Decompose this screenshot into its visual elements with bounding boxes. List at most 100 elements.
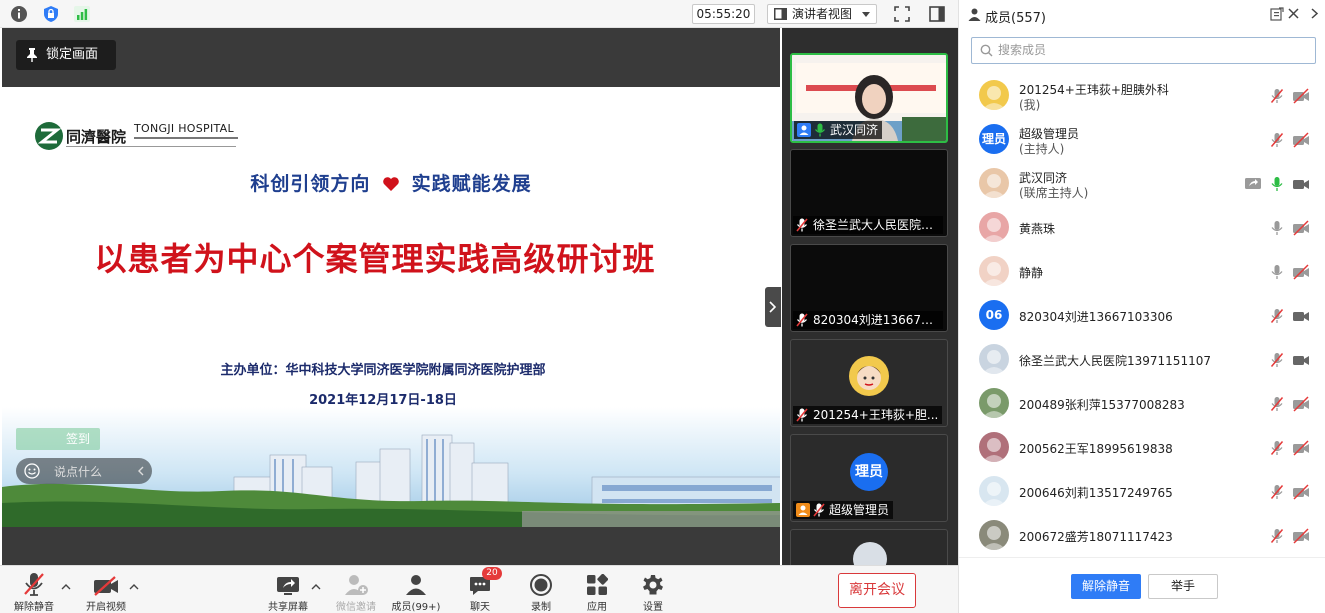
settings-label: 设置 — [643, 602, 663, 613]
security-shield-icon[interactable] — [42, 5, 60, 23]
member-avatar: 理员 — [979, 124, 1009, 154]
collapse-panel-icon[interactable] — [1307, 7, 1320, 20]
mic-muted-icon[interactable] — [1269, 308, 1285, 324]
mic-muted-icon[interactable] — [1269, 352, 1285, 368]
member-avatar — [979, 432, 1009, 462]
camera-off-icon[interactable] — [1292, 484, 1310, 500]
video-tile[interactable]: 武汉同济 — [790, 53, 948, 143]
mic-muted-icon[interactable] — [1269, 88, 1285, 104]
video-tile[interactable] — [790, 529, 948, 565]
share-screen-button[interactable]: 共享屏幕 — [260, 570, 316, 613]
video-tile[interactable]: 201254+王玮荻+胆... — [790, 339, 948, 427]
camera-off-icon[interactable] — [1292, 88, 1310, 104]
collapse-gallery-handle[interactable] — [765, 287, 781, 327]
fullscreen-icon[interactable] — [893, 5, 911, 23]
mic-muted-icon[interactable] — [1269, 396, 1285, 412]
hospital-logo: 同濟醫院 TONGJI HOSPITAL — [34, 120, 244, 152]
lock-screen-button[interactable]: 锁定画面 — [16, 40, 116, 70]
camera-off-icon[interactable] — [1292, 528, 1310, 544]
member-avatar — [979, 168, 1009, 198]
chat-label: 聊天 — [470, 602, 490, 613]
member-row[interactable]: 201254+王玮荻+胆胰外科 (我) — [959, 73, 1319, 117]
view-mode-dropdown[interactable]: 演讲者视图 — [767, 4, 877, 24]
member-row[interactable]: 静静 — [959, 249, 1319, 293]
chat-comment-input[interactable]: 说点什么 — [16, 458, 152, 484]
mic-muted-icon[interactable] — [1269, 528, 1285, 544]
host-icon — [796, 503, 810, 517]
unmute-label: 解除静音 — [14, 602, 54, 613]
video-tile[interactable]: 820304刘进1366710... — [790, 244, 948, 332]
emoji-icon[interactable] — [24, 463, 40, 479]
chevron-left-icon[interactable] — [138, 466, 144, 476]
video-tile[interactable]: 徐圣兰武大人民医院1... — [790, 149, 948, 237]
mic-muted-icon — [796, 408, 808, 422]
checkin-badge[interactable]: 签到 — [16, 428, 100, 450]
chevron-up-icon[interactable] — [129, 582, 139, 592]
member-name: 200646刘莉13517249765 — [1019, 486, 1173, 500]
mic-muted-icon[interactable] — [1269, 132, 1285, 148]
camera-icon[interactable] — [1292, 308, 1310, 324]
mic-icon[interactable] — [1269, 264, 1285, 280]
camera-icon[interactable] — [1292, 352, 1310, 368]
heart-icon — [383, 177, 399, 191]
chevron-up-icon[interactable] — [61, 582, 71, 592]
member-row[interactable]: 200489张利萍15377008283 — [959, 381, 1319, 425]
member-role: (联席主持人) — [1019, 186, 1089, 200]
leave-meeting-button[interactable]: 离开会议 — [838, 573, 916, 608]
members-button[interactable]: 成员(99+) — [388, 570, 444, 613]
pin-icon — [27, 48, 37, 62]
raise-hand-button[interactable]: 举手 — [1148, 574, 1218, 599]
apps-button[interactable]: 应用 — [569, 570, 625, 613]
member-row[interactable]: 武汉同济 (联席主持人) — [959, 161, 1319, 205]
close-icon[interactable] — [1287, 7, 1300, 20]
tile-label: 超级管理员 — [793, 501, 894, 519]
camera-off-icon[interactable] — [1292, 264, 1310, 280]
member-row[interactable]: 理员 超级管理员 (主持人) — [959, 117, 1319, 161]
camera-off-icon[interactable] — [1292, 440, 1310, 456]
member-row[interactable]: 200646刘莉13517249765 — [959, 469, 1319, 513]
camera-off-icon[interactable] — [1292, 132, 1310, 148]
wechat-invite-label: 微信邀请 — [336, 602, 376, 613]
panel-toggle-icon[interactable] — [928, 5, 946, 23]
record-button[interactable]: 录制 — [513, 570, 569, 613]
mic-on-icon[interactable] — [1269, 176, 1285, 192]
chat-placeholder: 说点什么 — [54, 465, 103, 479]
lock-screen-label: 锁定画面 — [46, 47, 99, 62]
member-row[interactable]: 06 820304刘进13667103306 — [959, 293, 1319, 337]
info-icon[interactable] — [10, 5, 28, 23]
signal-strength-icon[interactable] — [73, 5, 91, 23]
slide-title: 以患者为中心个案管理实践高级研讨班 — [94, 240, 656, 278]
popout-icon[interactable] — [1270, 7, 1284, 21]
camera-off-icon[interactable] — [1292, 220, 1310, 236]
mic-muted-icon — [813, 503, 825, 517]
member-role: (我) — [1019, 98, 1041, 112]
sharing-screen-icon — [1244, 176, 1262, 192]
member-row[interactable]: 200562王军18995619838 — [959, 425, 1319, 469]
logo-english-text: TONGJI HOSPITAL — [134, 122, 234, 135]
member-search-input[interactable]: 搜索成员 — [971, 37, 1316, 64]
video-tile[interactable]: 理员 超级管理员 — [790, 434, 948, 522]
wechat-invite-button[interactable]: 微信邀请 — [328, 570, 384, 613]
chat-button[interactable]: 聊天 20 — [452, 567, 508, 613]
member-row[interactable]: 黄燕珠 — [959, 205, 1319, 249]
member-name: 静静 — [1019, 266, 1044, 280]
members-panel-footer: 解除静音 举手 — [959, 557, 1325, 613]
settings-button[interactable]: 设置 — [625, 570, 681, 613]
mic-muted-icon[interactable] — [1269, 440, 1285, 456]
camera-icon[interactable] — [1292, 176, 1310, 192]
member-row[interactable]: 徐圣兰武大人民医院13971151107 — [959, 337, 1319, 381]
mic-muted-icon[interactable] — [1269, 484, 1285, 500]
member-row[interactable]: 200672盛芳18071117423 — [959, 513, 1319, 557]
camera-off-icon[interactable] — [1292, 396, 1310, 412]
tile-label: 武汉同济 — [794, 121, 883, 139]
chevron-right-icon — [769, 301, 776, 313]
chat-unread-badge: 20 — [482, 567, 502, 580]
record-label: 录制 — [531, 602, 551, 613]
start-video-button[interactable]: 开启视频 — [78, 570, 134, 613]
gear-icon — [643, 575, 663, 595]
unmute-button[interactable]: 解除静音 — [6, 570, 62, 613]
member-name: 200489张利萍15377008283 — [1019, 398, 1185, 412]
mic-icon[interactable] — [1269, 220, 1285, 236]
unmute-all-button[interactable]: 解除静音 — [1071, 574, 1141, 599]
chevron-up-icon[interactable] — [311, 582, 321, 592]
